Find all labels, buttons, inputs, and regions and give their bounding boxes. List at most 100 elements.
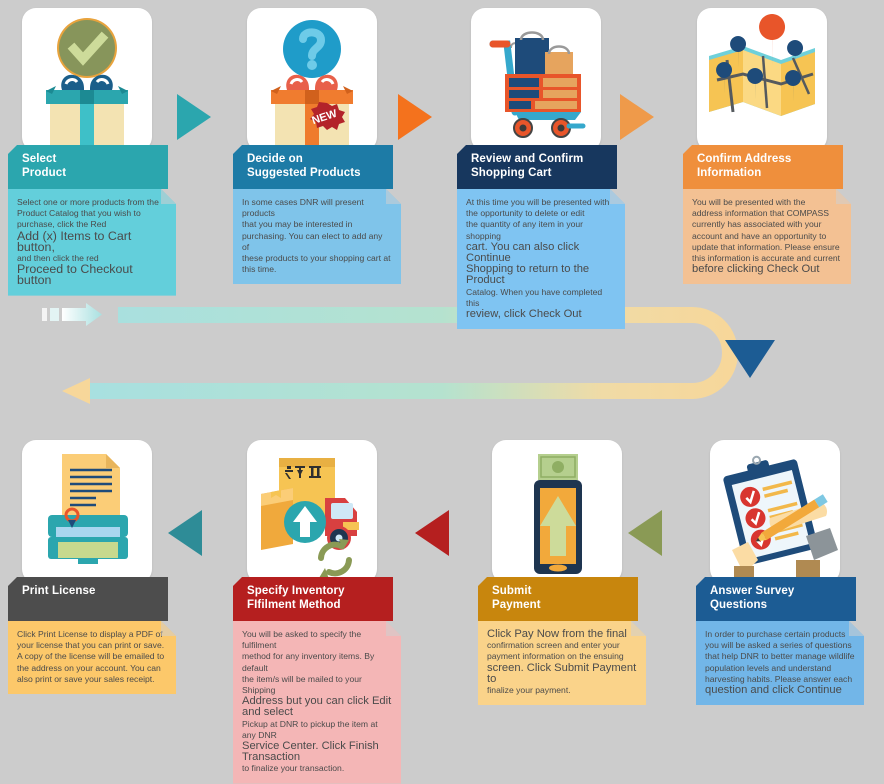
step-note-select-product: Select one or more products from the Pro…	[8, 189, 176, 296]
step-header-select-product: Select Product	[8, 145, 168, 189]
note-line: to finalize your transaction.	[242, 763, 345, 774]
note-line: A copy of the license will be emailed to	[17, 651, 165, 662]
note-line: the quantity of any item in your shoppin…	[466, 219, 584, 241]
note-line: update that information. Please ensure	[692, 241, 840, 252]
step-specify-inventory-fulfilment[interactable]: Specify Inventory FIfilment Method You w…	[233, 440, 413, 784]
note-line: purchasing. You can elect to add any of	[242, 230, 383, 252]
arrow-payment-to-inventory-icon	[415, 510, 449, 556]
note-line: method for any inventory items. By defau…	[242, 651, 375, 673]
step-note-submit-payment: Click Pay Now from the final confirmatio…	[478, 621, 646, 705]
step-select-product[interactable]: Select Product Select one or more produc…	[8, 8, 188, 296]
map-pins-icon	[709, 14, 815, 116]
step-title: Decide on Suggested Products	[247, 153, 361, 179]
step-title: Select Product	[22, 153, 67, 179]
arrow-survey-to-payment-icon	[628, 510, 662, 556]
note-line-emphasis: question and click Continue	[705, 684, 842, 697]
note-fold-corner-icon	[610, 189, 625, 204]
step-print-license[interactable]: Print License Click Print License to dis…	[8, 440, 188, 694]
step-title: Review and Confirm Shopping Cart	[471, 153, 584, 179]
note-line: population levels and understand	[705, 662, 832, 673]
note-line: payment information on the ensuing	[487, 651, 624, 662]
note-line: Pickup at DNR to pickup the item at any …	[242, 718, 378, 740]
icon-card-select-product	[22, 8, 152, 151]
note-fold-corner-icon	[836, 189, 851, 204]
step-confirm-address[interactable]: Confirm Address Information You will be …	[683, 8, 863, 284]
note-fold-corner-icon	[386, 189, 401, 204]
note-line-emphasis: Click Pay Now from the final	[487, 628, 627, 640]
step-header-answer-survey-questions: Answer Survey Questions	[696, 577, 856, 621]
step-header-review-confirm-cart: Review and Confirm Shopping Cart	[457, 145, 617, 189]
note-line: also print or save your sales receipt.	[17, 673, 155, 684]
icon-card-submit-payment	[492, 440, 622, 583]
step-title: Print License	[22, 585, 96, 597]
step-answer-survey-questions[interactable]: Answer Survey Questions In order to purc…	[696, 440, 876, 705]
note-line: Select one or more products from the	[17, 197, 159, 207]
note-line: confirmation screen and enter your	[487, 640, 620, 651]
step-note-print-license: Click Print License to display a PDF of …	[8, 621, 176, 694]
icon-card-print-license	[22, 440, 152, 583]
note-fold-corner-icon	[631, 621, 646, 636]
note-line-emphasis: Address but you can click Edit and selec…	[242, 695, 392, 719]
note-line: You will be presented with the	[692, 197, 806, 207]
note-line-emphasis: screen. Click Submit Payment to	[487, 661, 637, 685]
note-line: currently has associated with your	[692, 219, 822, 230]
note-line: Product Catalog that you wish to	[17, 208, 141, 219]
workflow-diagram: Select Product Select one or more produc…	[0, 0, 884, 725]
note-line: In order to purchase certain products	[705, 629, 846, 639]
icon-card-specify-inventory-fulfilment	[247, 440, 377, 583]
icon-card-review-confirm-cart	[471, 8, 601, 151]
note-fold-corner-icon	[161, 189, 176, 204]
step-header-submit-payment: Submit Payment	[478, 577, 638, 621]
note-line: you will be asked a series of questions	[705, 640, 852, 651]
clipboard-survey-icon	[723, 455, 838, 583]
gift-question-new-icon: NEW	[271, 20, 353, 151]
note-line: In some cases DNR will present products	[242, 197, 364, 219]
step-note-answer-survey-questions: In order to purchase certain products yo…	[696, 621, 864, 705]
step-decide-suggested-products[interactable]: NEW Decide on Suggested Products In some…	[233, 8, 413, 284]
step-note-review-confirm-cart: At this time you will be presented with …	[457, 189, 625, 329]
arrow-decide-to-review-icon	[398, 94, 432, 140]
step-note-specify-inventory-fulfilment: You will be asked to specify the fulfilm…	[233, 621, 401, 784]
arrow-review-to-address-icon	[620, 94, 654, 140]
note-line: You will be asked to specify the fulfilm…	[242, 629, 362, 651]
step-title: Answer Survey Questions	[710, 585, 795, 611]
note-line: the address on your account. You can	[17, 662, 161, 673]
note-line-emphasis: Service Center. Click Finish Transaction	[242, 740, 379, 764]
printer-license-icon	[48, 454, 128, 564]
step-note-confirm-address: You will be presented with the address i…	[683, 189, 851, 284]
note-line: account and have an opportunity to	[692, 230, 827, 241]
step-submit-payment[interactable]: Submit Payment Click Pay Now from the fi…	[478, 440, 658, 705]
note-line: these products to your shopping cart at	[242, 253, 391, 264]
step-header-confirm-address: Confirm Address Information	[683, 145, 843, 189]
note-line: this time.	[242, 264, 277, 275]
note-line-emphasis: review, click Check Out	[466, 308, 582, 321]
step-title: Submit Payment	[492, 585, 541, 611]
note-fold-corner-icon	[849, 621, 864, 636]
step-title: Confirm Address Information	[697, 153, 792, 179]
shopping-cart-icon	[489, 31, 586, 138]
arrow-inventory-to-print-icon	[168, 510, 202, 556]
note-line: that help DNR to better manage wildlife	[705, 651, 855, 662]
note-line: At this time you will be presented with	[466, 197, 610, 207]
note-line: the opportunity to delete or edit	[466, 208, 585, 219]
flow-start-dashed-arrow-icon	[42, 303, 102, 326]
note-line-emphasis: Proceed to Checkout button	[17, 262, 133, 288]
note-line: your license that you can print or save.	[17, 640, 165, 651]
note-line: address information that COMPASS	[692, 208, 829, 219]
step-header-print-license: Print License	[8, 577, 168, 621]
icon-card-answer-survey-questions	[710, 440, 840, 583]
note-line-emphasis: Add (x) Items to Cart button,	[17, 228, 132, 254]
step-review-confirm-cart[interactable]: Review and Confirm Shopping Cart At this…	[457, 8, 637, 329]
note-line: that you may be interested in	[242, 219, 353, 230]
step-header-decide-suggested-products: Decide on Suggested Products	[233, 145, 393, 189]
note-fold-corner-icon	[161, 621, 176, 636]
step-title: Specify Inventory FIfilment Method	[247, 585, 345, 611]
note-line: Click Print License to display a PDF of	[17, 629, 163, 639]
note-line-emphasis: Shopping to return to the Product	[466, 263, 590, 287]
step-note-decide-suggested-products: In some cases DNR will present products …	[233, 189, 401, 284]
boxes-truck-icon	[261, 458, 359, 579]
icon-card-decide-suggested-products: NEW	[247, 8, 377, 151]
note-line-emphasis: cart. You can also click Continue	[466, 240, 580, 265]
arrow-address-down-icon	[725, 340, 775, 378]
mobile-payment-icon	[534, 454, 582, 574]
